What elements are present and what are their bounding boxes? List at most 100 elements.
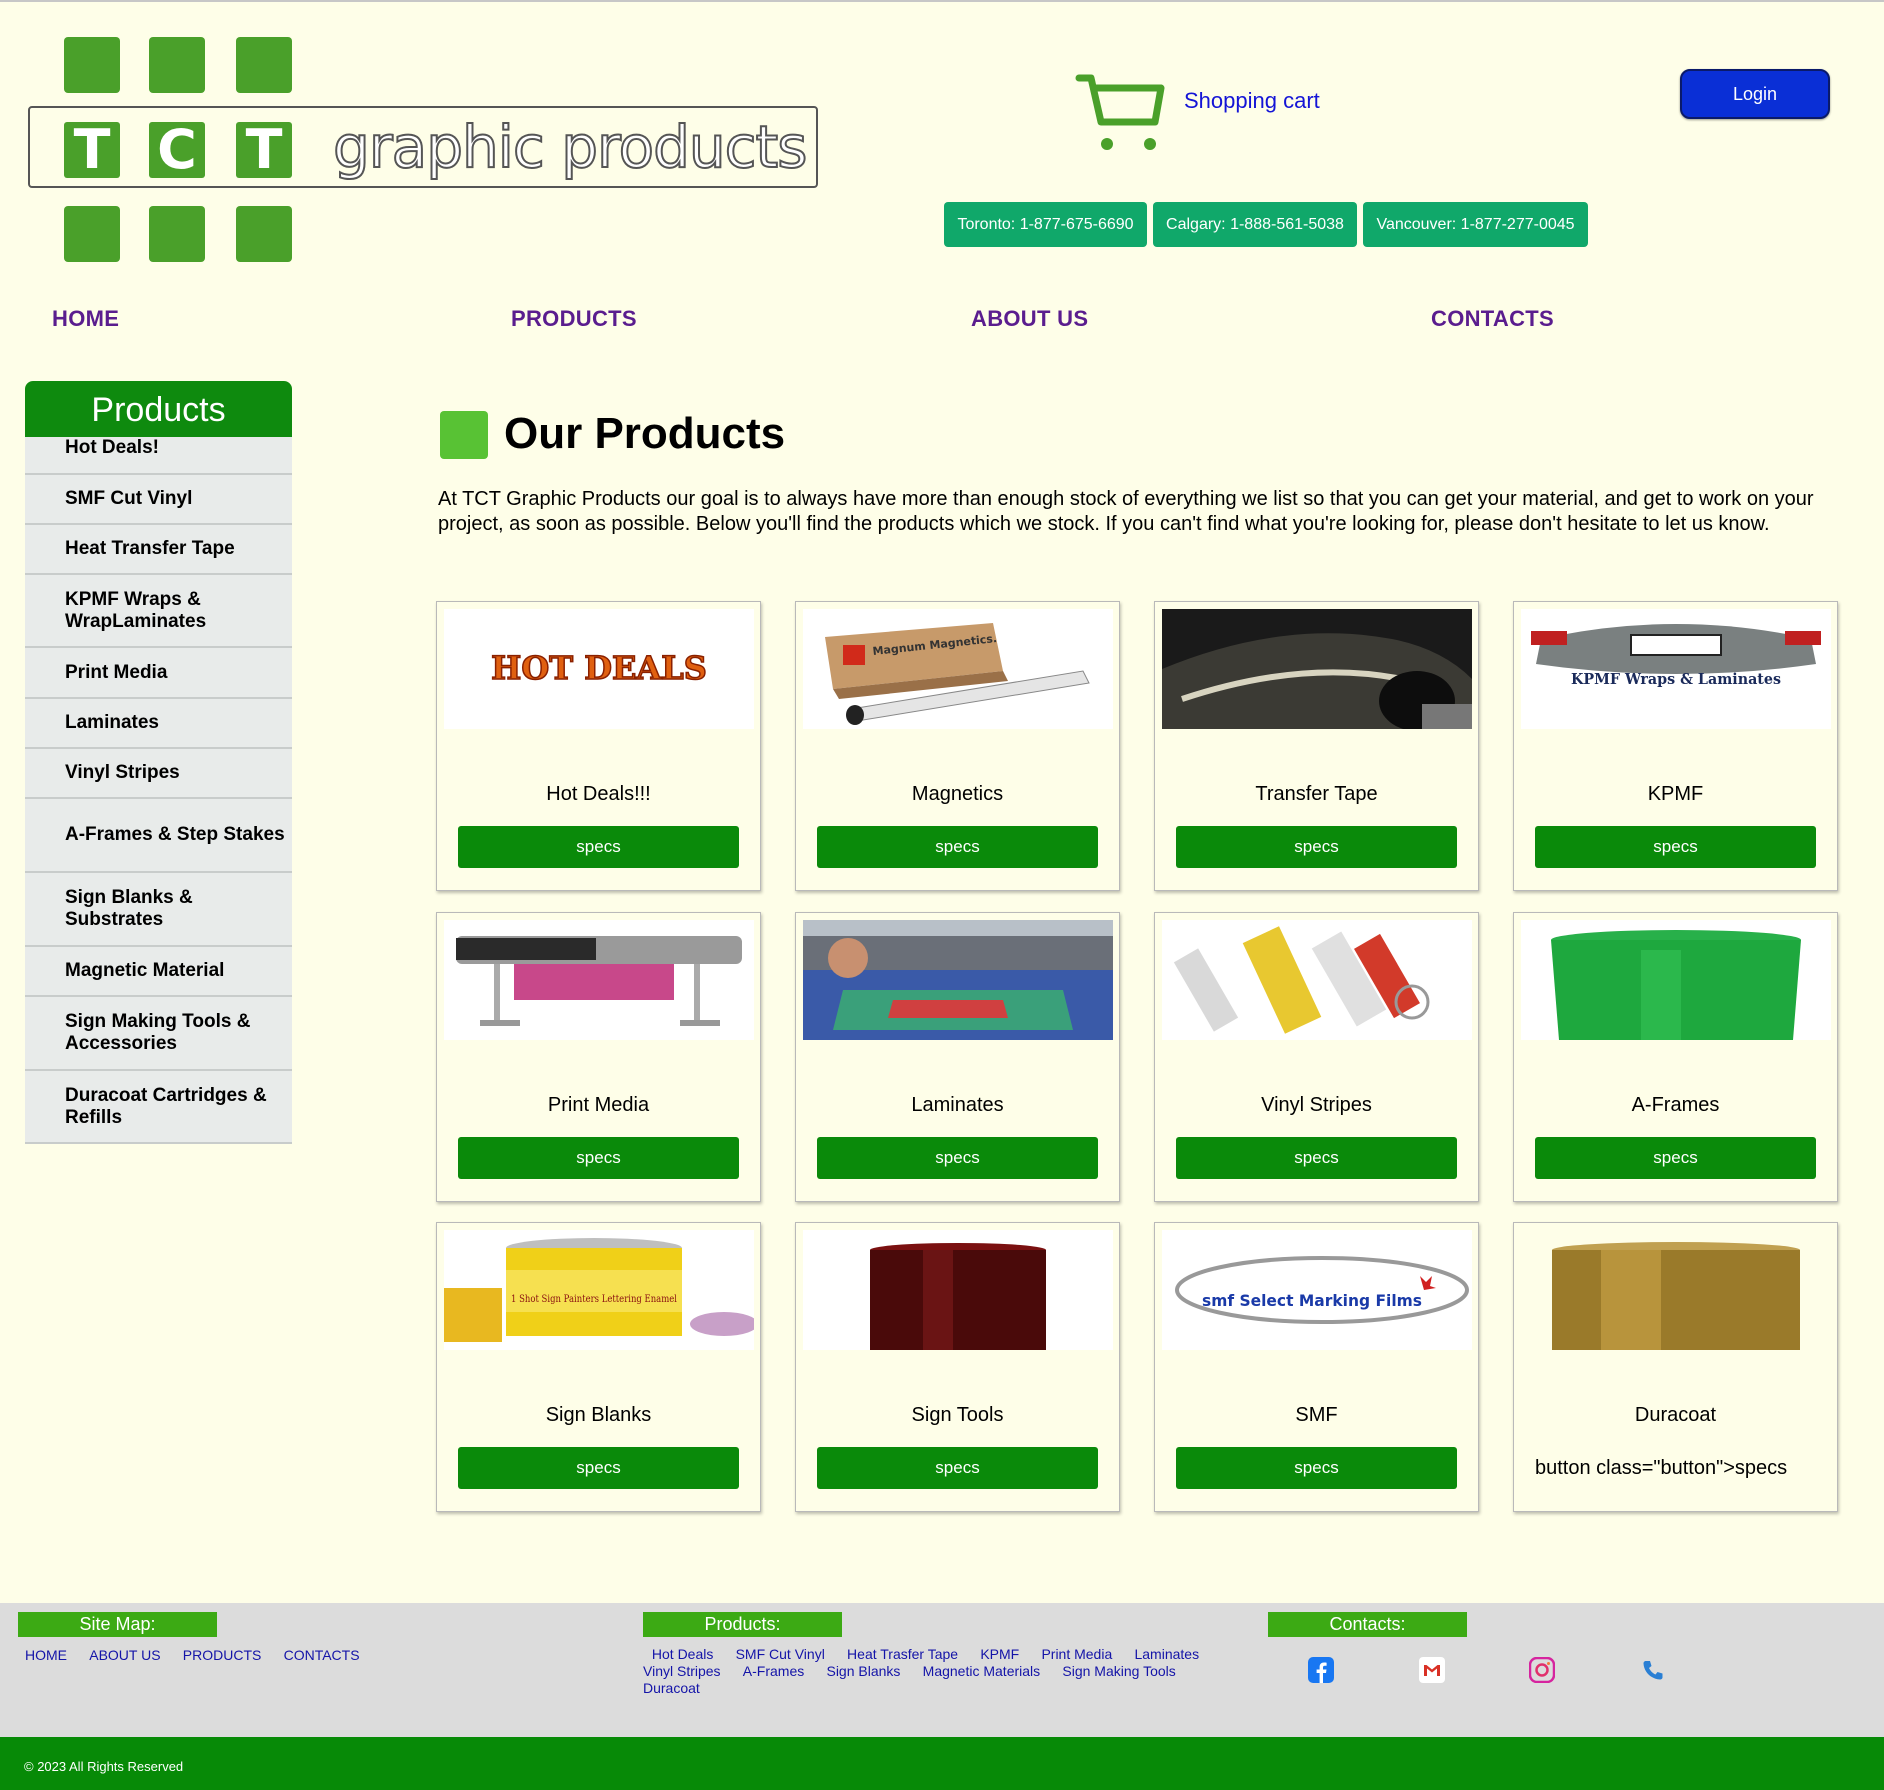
phone-vancouver[interactable]: Vancouver: 1-877-277-0045 — [1363, 202, 1588, 247]
footer-link-smf-cut-vinyl[interactable]: SMF Cut Vinyl — [736, 1646, 825, 1662]
product-title[interactable]: A-Frames — [1514, 1094, 1837, 1117]
sidebar-title: Products — [25, 381, 292, 437]
product-image[interactable]: 1 Shot Sign Painters Lettering Enamel — [444, 1230, 754, 1350]
kpmf-image-text: KPMF Wraps & Laminates — [1571, 670, 1781, 688]
sidebar-item-smf-cut-vinyl[interactable]: SMF Cut Vinyl — [25, 475, 292, 525]
product-card: Print Media specs — [436, 912, 761, 1202]
product-title[interactable]: KPMF — [1514, 783, 1837, 806]
product-title[interactable]: Vinyl Stripes — [1155, 1094, 1478, 1117]
intro-text: At TCT Graphic Products our goal is to a… — [438, 488, 1814, 535]
facebook-icon[interactable] — [1308, 1657, 1334, 1683]
footer-sitemap-links: HOME ABOUT US PRODUCTS CONTACTS — [25, 1647, 360, 1665]
specs-button[interactable]: specs — [458, 826, 739, 868]
product-title[interactable]: Transfer Tape — [1155, 783, 1478, 806]
product-title[interactable]: Sign Blanks — [437, 1404, 760, 1427]
sidebar-item-laminates[interactable]: Laminates — [25, 699, 292, 749]
product-image[interactable] — [444, 920, 754, 1040]
sidebar-item-kpmf[interactable]: KPMF Wraps & WrapLaminates — [25, 575, 292, 648]
green-square-icon — [440, 411, 488, 459]
footer-link-print-media[interactable]: Print Media — [1041, 1646, 1112, 1662]
specs-button[interactable]: specs — [1176, 1137, 1457, 1179]
specs-button[interactable]: specs — [1535, 826, 1816, 868]
specs-button[interactable]: specs — [1176, 1447, 1457, 1489]
product-title[interactable]: Laminates — [796, 1094, 1119, 1117]
sidebar-item-hot-deals[interactable]: Hot Deals! — [25, 437, 292, 475]
phone-toronto[interactable]: Toronto: 1-877-675-6690 — [944, 202, 1147, 247]
footer-link-sign-blanks[interactable]: Sign Blanks — [826, 1663, 900, 1679]
specs-button[interactable]: specs — [817, 1137, 1098, 1179]
instagram-icon[interactable] — [1529, 1657, 1555, 1683]
nav-contacts[interactable]: CONTACTS — [1431, 306, 1554, 332]
sidebar-item-duracoat[interactable]: Duracoat Cartridges & Refills — [25, 1071, 292, 1144]
footer-link-home[interactable]: HOME — [25, 1647, 67, 1663]
product-image[interactable]: Magnum Magnetics. — [803, 609, 1113, 729]
sidebar-item-sign-making-tools[interactable]: Sign Making Tools & Accessories — [25, 997, 292, 1071]
specs-button[interactable]: specs — [458, 1447, 739, 1489]
product-image[interactable] — [803, 1230, 1113, 1350]
logo-letter: T — [64, 122, 120, 178]
footer-link-hot-deals[interactable]: Hot Deals — [652, 1646, 713, 1662]
product-image[interactable]: KPMF Wraps & Laminates — [1521, 609, 1831, 729]
product-card: Vinyl Stripes specs — [1154, 912, 1479, 1202]
product-title[interactable]: SMF — [1155, 1404, 1478, 1427]
product-card: Magnum Magnetics. Magnetics specs — [795, 601, 1120, 891]
sidebar-item-heat-transfer-tape[interactable]: Heat Transfer Tape — [25, 525, 292, 575]
product-image[interactable] — [1521, 920, 1831, 1040]
specs-button[interactable]: specs — [1176, 826, 1457, 868]
sidebar-item-a-frames[interactable]: A-Frames & Step Stakes — [25, 799, 292, 873]
product-image[interactable] — [803, 920, 1113, 1040]
footer-link-magnetic-materials[interactable]: Magnetic Materials — [923, 1663, 1041, 1679]
specs-button[interactable]: specs — [817, 826, 1098, 868]
specs-button[interactable]: specs — [817, 1447, 1098, 1489]
product-title[interactable]: Duracoat — [1514, 1404, 1837, 1427]
product-image[interactable]: HOT DEALS — [444, 609, 754, 729]
phone-calgary[interactable]: Calgary: 1-888-561-5038 — [1153, 202, 1357, 247]
footer-link-laminates[interactable]: Laminates — [1134, 1646, 1199, 1662]
product-card: Transfer Tape specs — [1154, 601, 1479, 891]
logo-letter: T — [236, 122, 292, 178]
logo-square — [236, 37, 292, 93]
nav-home[interactable]: HOME — [52, 306, 119, 332]
footer-link-vinyl-stripes[interactable]: Vinyl Stripes — [643, 1663, 721, 1679]
nav-about-us[interactable]: ABOUT US — [971, 306, 1088, 332]
login-button[interactable]: Login — [1680, 69, 1830, 119]
phone-icon[interactable] — [1640, 1657, 1666, 1683]
product-image[interactable] — [1521, 1230, 1831, 1350]
sidebar-item-sign-blanks[interactable]: Sign Blanks & Substrates — [25, 873, 292, 947]
smf-image-text: smf Select Marking Films — [1202, 1291, 1422, 1310]
product-title[interactable]: Hot Deals!!! — [437, 783, 760, 806]
footer-contacts-title: Contacts: — [1268, 1612, 1467, 1637]
footer-link-heat-transfer-tape[interactable]: Heat Trasfer Tape — [847, 1646, 958, 1662]
footer-link-a-frames[interactable]: A-Frames — [743, 1663, 804, 1679]
footer-link-kpmf[interactable]: KPMF — [980, 1646, 1019, 1662]
product-title[interactable]: Print Media — [437, 1094, 760, 1117]
specs-button[interactable]: specs — [1535, 1137, 1816, 1179]
product-image[interactable] — [1162, 920, 1472, 1040]
product-image[interactable]: smf Select Marking Films — [1162, 1230, 1472, 1350]
footer-link-duracoat[interactable]: Duracoat — [643, 1680, 700, 1696]
footer-link-about-us[interactable]: ABOUT US — [89, 1647, 160, 1663]
gmail-icon[interactable] — [1419, 1657, 1445, 1683]
footer-products-title: Products: — [643, 1612, 842, 1637]
footer-link-products[interactable]: PRODUCTS — [183, 1647, 262, 1663]
shopping-cart-link[interactable]: Shopping cart — [1184, 88, 1320, 114]
product-title[interactable]: Magnetics — [796, 783, 1119, 806]
sidebar-item-vinyl-stripes[interactable]: Vinyl Stripes — [25, 749, 292, 799]
product-card: Laminates specs — [795, 912, 1120, 1202]
broken-button-text: button class="button">specs — [1535, 1457, 1788, 1479]
cart-icon[interactable] — [1075, 72, 1167, 154]
sidebar-menu: Hot Deals! SMF Cut Vinyl Heat Transfer T… — [25, 437, 292, 1144]
nav-products[interactable]: PRODUCTS — [511, 306, 637, 332]
product-title[interactable]: Sign Tools — [796, 1404, 1119, 1427]
product-card: Sign Tools specs — [795, 1222, 1120, 1512]
copyright-text: © 2023 All Rights Reserved — [24, 1759, 184, 1774]
logo-square — [64, 206, 120, 262]
footer-link-sign-making-tools[interactable]: Sign Making Tools — [1062, 1663, 1175, 1679]
specs-button[interactable]: specs — [458, 1137, 739, 1179]
sidebar-item-magnetic-material[interactable]: Magnetic Material — [25, 947, 292, 997]
sidebar-item-print-media[interactable]: Print Media — [25, 648, 292, 699]
product-image[interactable] — [1162, 609, 1472, 729]
hot-deals-image-text: HOT DEALS — [491, 649, 707, 687]
footer-link-contacts[interactable]: CONTACTS — [284, 1647, 360, 1663]
logo-square — [64, 37, 120, 93]
